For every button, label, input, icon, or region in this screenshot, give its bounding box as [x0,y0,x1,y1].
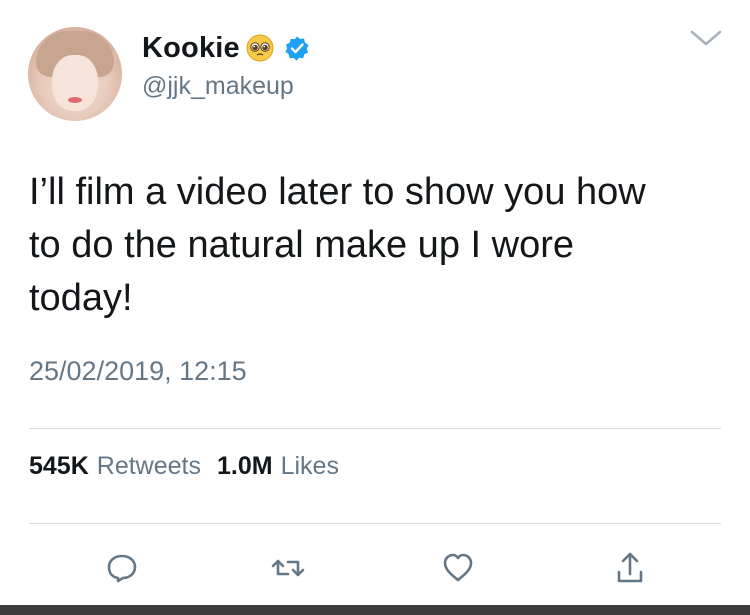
likes-count[interactable]: 1.0M [217,452,273,481]
tweet-timestamp[interactable]: 25/02/2019, 12:15 [29,356,247,387]
avatar-lips [68,97,82,103]
tweet-text: I’ll film a video later to show you how … [29,171,646,319]
likes-label[interactable]: Likes [281,452,339,481]
share-icon[interactable] [610,548,650,588]
bottom-edge-bar [0,605,750,615]
verified-badge-icon [284,35,310,61]
retweets-label[interactable]: Retweets [97,452,201,481]
reply-icon[interactable] [102,548,142,588]
retweet-icon[interactable] [268,548,308,588]
chevron-down-icon[interactable] [689,28,723,48]
author-name-row: Kookie [142,28,310,68]
divider-bottom [29,523,721,524]
author-handle[interactable]: @jjk_makeup [142,72,294,101]
action-bar [0,548,750,588]
pleading-face-emoji-icon [246,34,274,62]
tweet-stats: 545K Retweets 1.0M Likes [29,452,347,481]
divider-top [29,428,721,429]
retweets-count[interactable]: 545K [29,452,89,481]
display-name[interactable]: Kookie [142,32,240,65]
like-icon[interactable] [438,548,478,588]
avatar[interactable] [28,27,122,121]
